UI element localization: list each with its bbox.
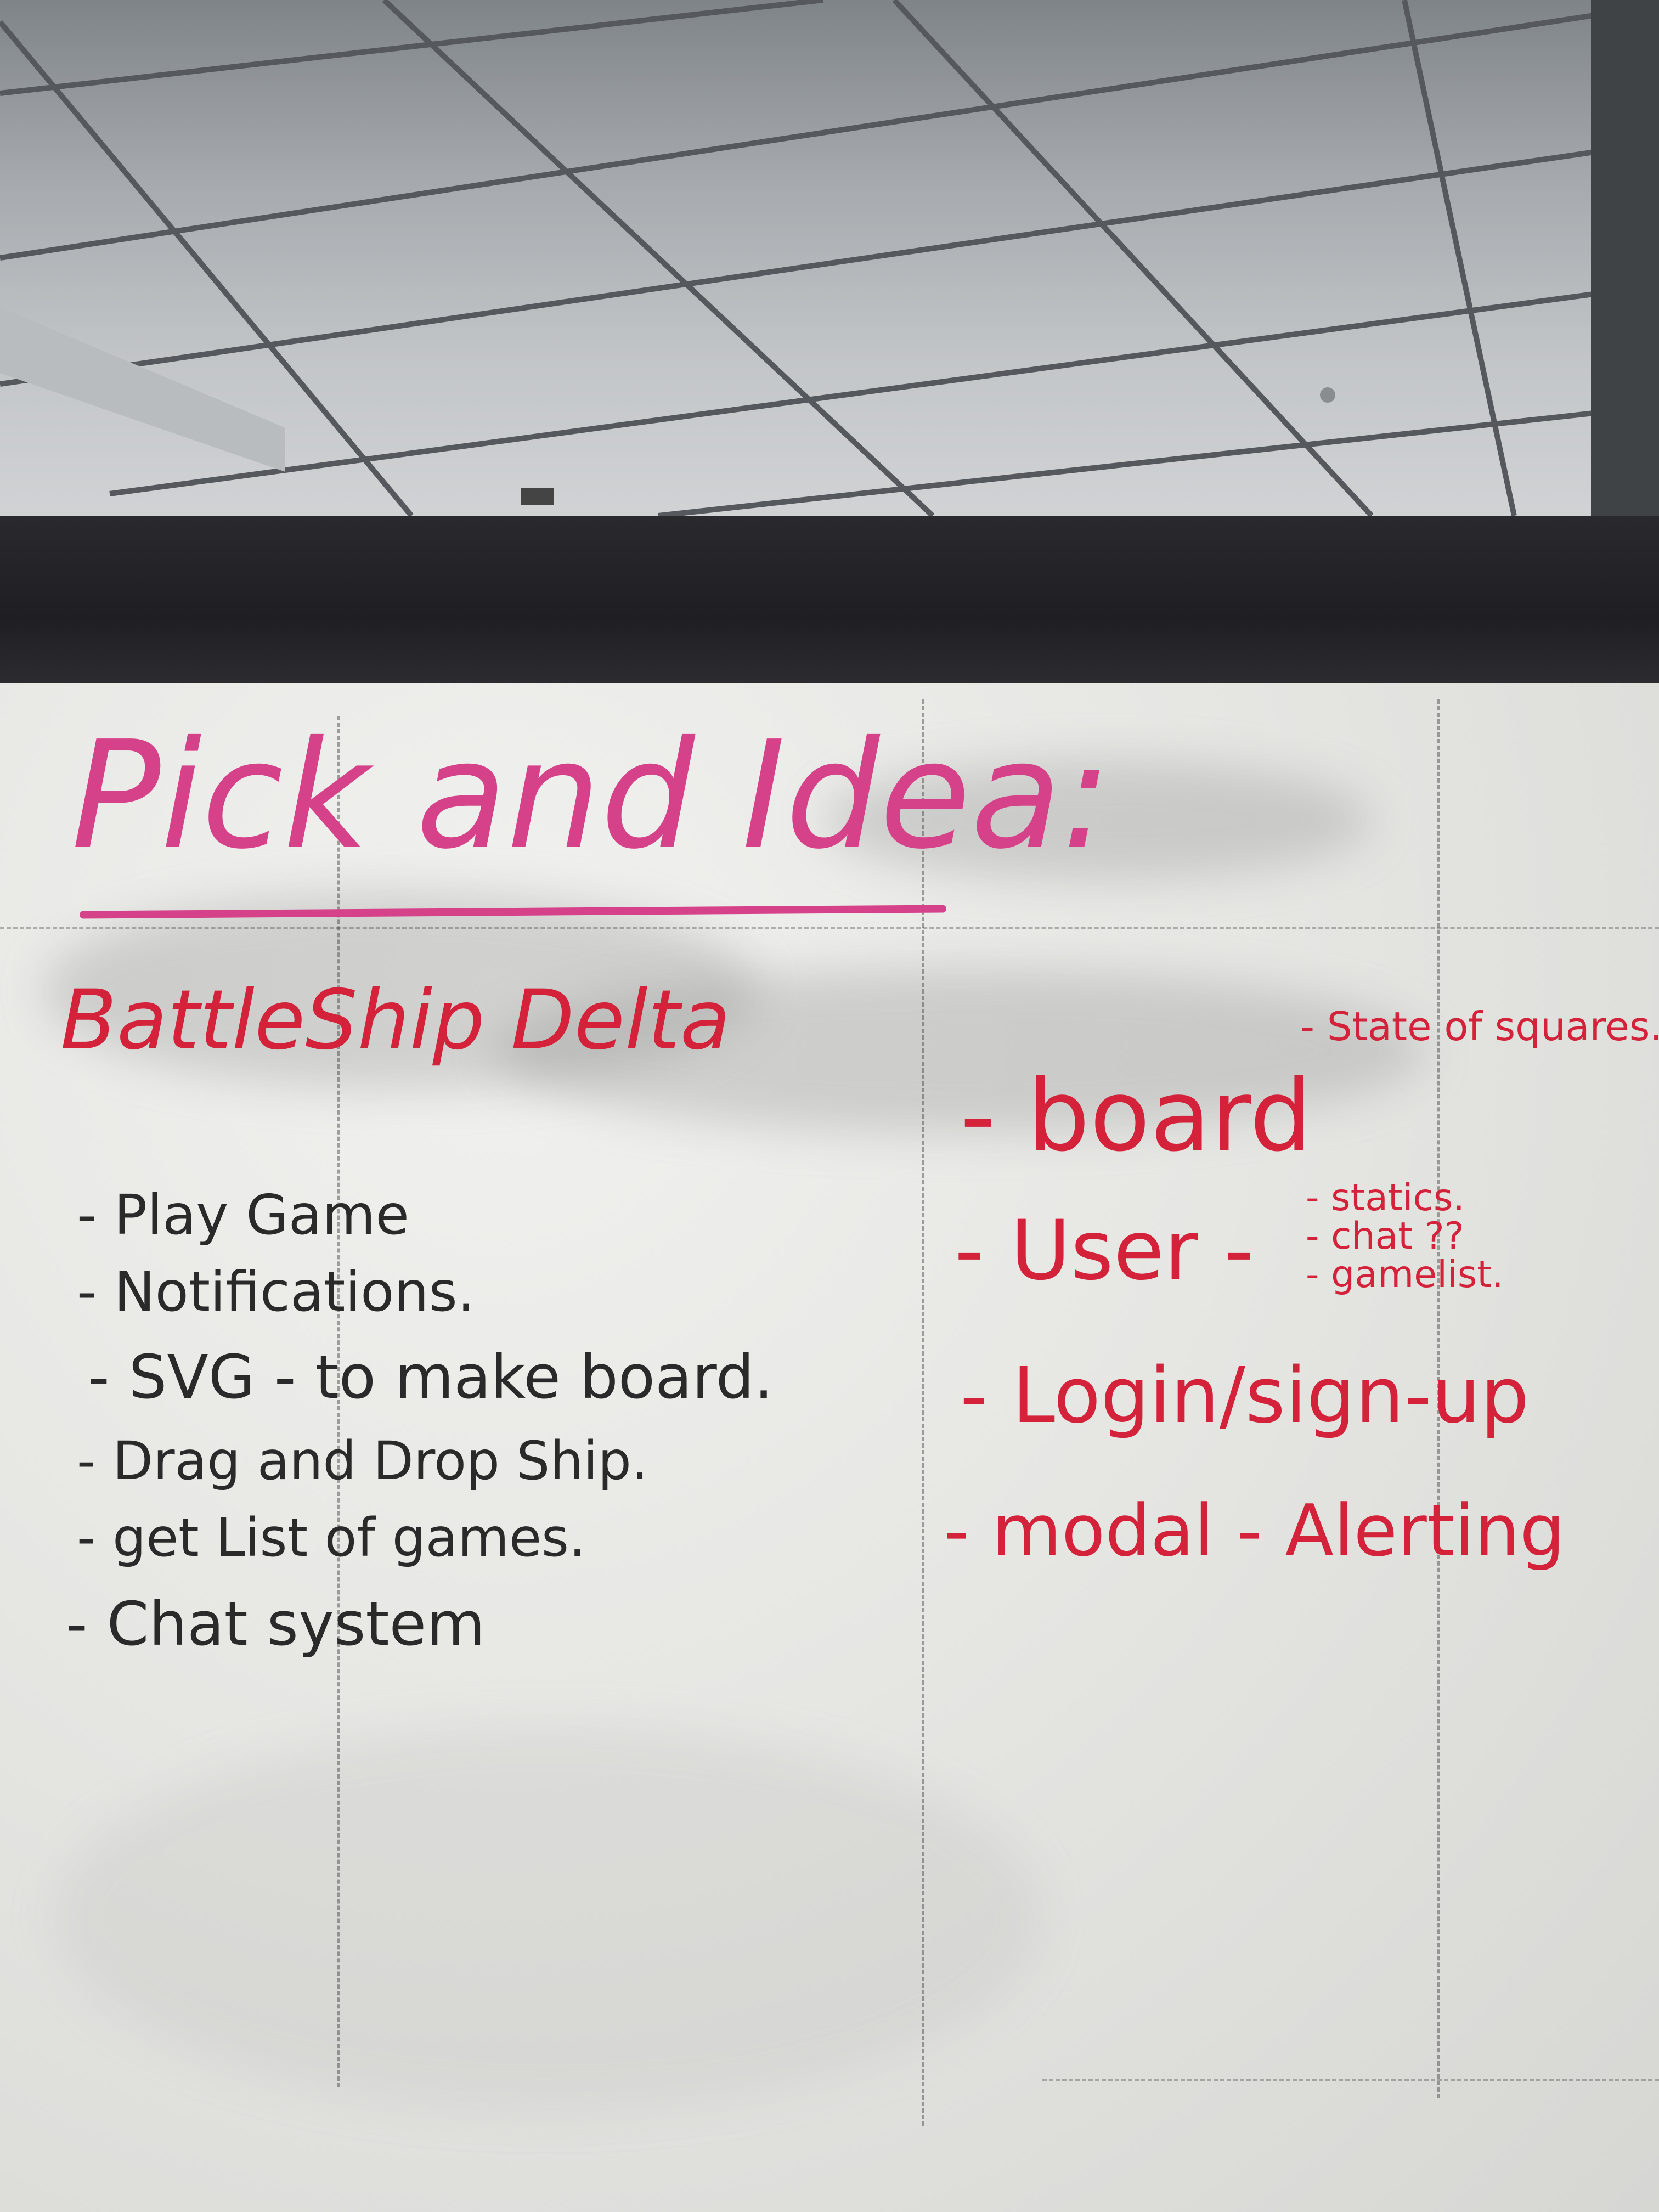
board-guide-line: [922, 699, 924, 2126]
eraser-smudge: [55, 1725, 1042, 2109]
project-name: BattleShip Delta: [60, 973, 731, 1068]
feature-item: - Play Game: [77, 1183, 409, 1247]
component-user-note: - chat ??: [1306, 1215, 1464, 1258]
component-board-note: - State of squares.: [1300, 1003, 1659, 1049]
board-guide-line: [0, 927, 1659, 929]
photo-scene: Pick and Idea: BattleShip Delta - Play G…: [0, 0, 1659, 2212]
component-board: - board: [960, 1059, 1312, 1173]
component-modal: - modal - Alerting: [944, 1489, 1565, 1572]
component-login: - Login/sign-up: [960, 1351, 1530, 1441]
feature-item: - SVG - to make board.: [88, 1342, 774, 1412]
component-user-note: - gamelist.: [1306, 1253, 1504, 1296]
whiteboard-frame: [0, 516, 1659, 686]
ceiling-tiles: [0, 0, 1659, 521]
board-title: Pick and Idea:: [71, 709, 1111, 882]
whiteboard: Pick and Idea: BattleShip Delta - Play G…: [0, 683, 1659, 2212]
component-user: - User -: [955, 1203, 1254, 1299]
feature-item: - Chat system: [66, 1589, 486, 1659]
feature-item: - Drag and Drop Ship.: [77, 1430, 648, 1492]
board-guide-line: [1042, 2079, 1659, 2081]
feature-item: - get List of games.: [77, 1507, 586, 1568]
feature-item: - Notifications.: [77, 1260, 475, 1324]
ceiling-grid: [0, 0, 1659, 521]
component-user-note: - statics.: [1306, 1176, 1465, 1220]
